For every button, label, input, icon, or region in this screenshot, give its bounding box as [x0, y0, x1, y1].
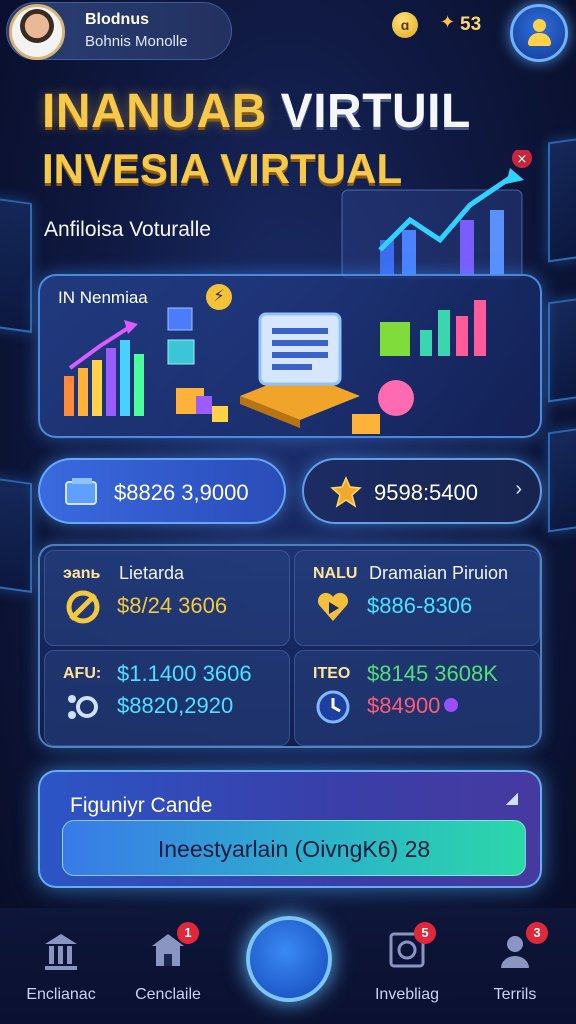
featured-illustration-card[interactable]: IN Nenmiaa ⚡: [38, 274, 542, 438]
decorative-side-screen: [548, 137, 576, 263]
decorative-side-screen: [548, 427, 576, 533]
stat-card[interactable]: AFU: $1.1400 3606 $8820,2920: [44, 650, 290, 746]
stat-value: $8820,2920: [117, 693, 234, 718]
stat-value: $84900: [367, 693, 459, 719]
stat-tag: ITEO: [313, 665, 351, 682]
stat-value-text: $84900: [367, 693, 441, 718]
top-bar: Blodnus Bohnis Monolle ɑ ✦ 53: [0, 0, 576, 70]
nav-item-enclianac[interactable]: Enclianac: [6, 928, 116, 1018]
lightning-icon[interactable]: ⚡: [206, 284, 232, 310]
stat-value: $886-8306: [367, 593, 473, 618]
stat-title: Dramaian Piruion: [369, 563, 509, 583]
hero-title-white: VIRTUIL: [280, 85, 471, 138]
share-gear-icon: [68, 695, 98, 719]
balance-value: $8826 3,9000: [114, 480, 249, 505]
nav-label: Invebliag: [374, 986, 440, 1003]
stat-secondary-value: $1.1400 3606: [117, 661, 252, 686]
rewards-value: 9598:5400: [374, 480, 478, 505]
cta-panel: Figuniyr Cande ◢ Ineestyarlain (OivngK6)…: [38, 770, 542, 888]
profile-subtitle: Bohnis Monolle: [85, 33, 188, 50]
card-label: IN Nenmiaa: [58, 288, 148, 307]
chevron-icon[interactable]: ◢: [506, 788, 518, 808]
stat-card[interactable]: эanь Lietarda $8/24 3606: [44, 550, 290, 646]
balance-pill[interactable]: $8826 3,9000: [38, 458, 286, 524]
nav-item-invebliag[interactable]: 5 Invebliag: [352, 922, 462, 1018]
nav-label: Terrils: [493, 986, 537, 1003]
chevron-right-icon[interactable]: ›: [515, 478, 522, 501]
bank-icon: [45, 934, 77, 970]
stat-card[interactable]: ITEO $8145 3608K $84900: [294, 650, 540, 746]
compass-nav-button[interactable]: [246, 916, 332, 1002]
svg-text:×: ×: [517, 152, 528, 167]
nav-item-terrils[interactable]: 3 Terrils: [460, 922, 570, 1018]
compass-icon: [272, 942, 306, 976]
rewards-pill[interactable]: 9598:5400 ›: [302, 458, 542, 524]
notification-badge: 3: [526, 922, 548, 944]
decorative-side-screen: [0, 197, 32, 333]
no-loss-icon: [66, 590, 100, 624]
decorative-side-screen: [548, 297, 576, 403]
nav-label: Cenclaile: [135, 986, 201, 1003]
coin-icon[interactable]: ɑ: [392, 12, 418, 38]
heart-play-icon: [317, 592, 349, 621]
invest-button[interactable]: Ineestyarlain (OivngK6) 28: [62, 820, 526, 876]
stats-panel: эanь Lietarda $8/24 3606 NALU Dramaian P…: [38, 544, 542, 748]
hero-title: INANUAB VIRTUIL: [42, 84, 471, 139]
stat-title: Lietarda: [119, 563, 185, 583]
stat-value: $8/24 3606: [117, 593, 228, 618]
gem-icon: ✦: [440, 12, 456, 32]
stat-card[interactable]: NALU Dramaian Piruion $886-8306: [294, 550, 540, 646]
clock-icon: [316, 690, 350, 724]
cta-title: Figuniyr Cande: [70, 794, 213, 817]
status-dot-icon: [444, 698, 459, 712]
nav-item-cenclaile[interactable]: 1 Cenclaile: [113, 922, 223, 1018]
gem-count: 53: [460, 14, 482, 35]
star-badge-icon: [330, 476, 362, 508]
person-icon: [528, 19, 551, 47]
hero-title-gold: INANUAB: [42, 85, 267, 138]
profile-name: Blodnus: [85, 11, 149, 28]
stat-tag: AFU:: [63, 665, 102, 682]
avatar[interactable]: [9, 4, 65, 60]
notification-badge: 1: [177, 922, 199, 944]
account-button[interactable]: [510, 4, 568, 62]
wallet-icon: [65, 478, 97, 505]
hero-subtitle: Anfilo​isa Voturalle: [44, 218, 211, 241]
stat-tag: NALU: [313, 565, 358, 582]
decorative-side-screen: [0, 477, 32, 593]
notification-badge: 5: [414, 922, 436, 944]
stat-secondary-value: $8145 3608K: [367, 661, 498, 686]
stat-tag: эanь: [63, 565, 101, 582]
profile-card[interactable]: Blodnus Bohnis Monolle: [6, 2, 232, 60]
nav-label: Enclianac: [26, 986, 96, 1003]
growth-chart-icon: ×: [341, 150, 532, 279]
